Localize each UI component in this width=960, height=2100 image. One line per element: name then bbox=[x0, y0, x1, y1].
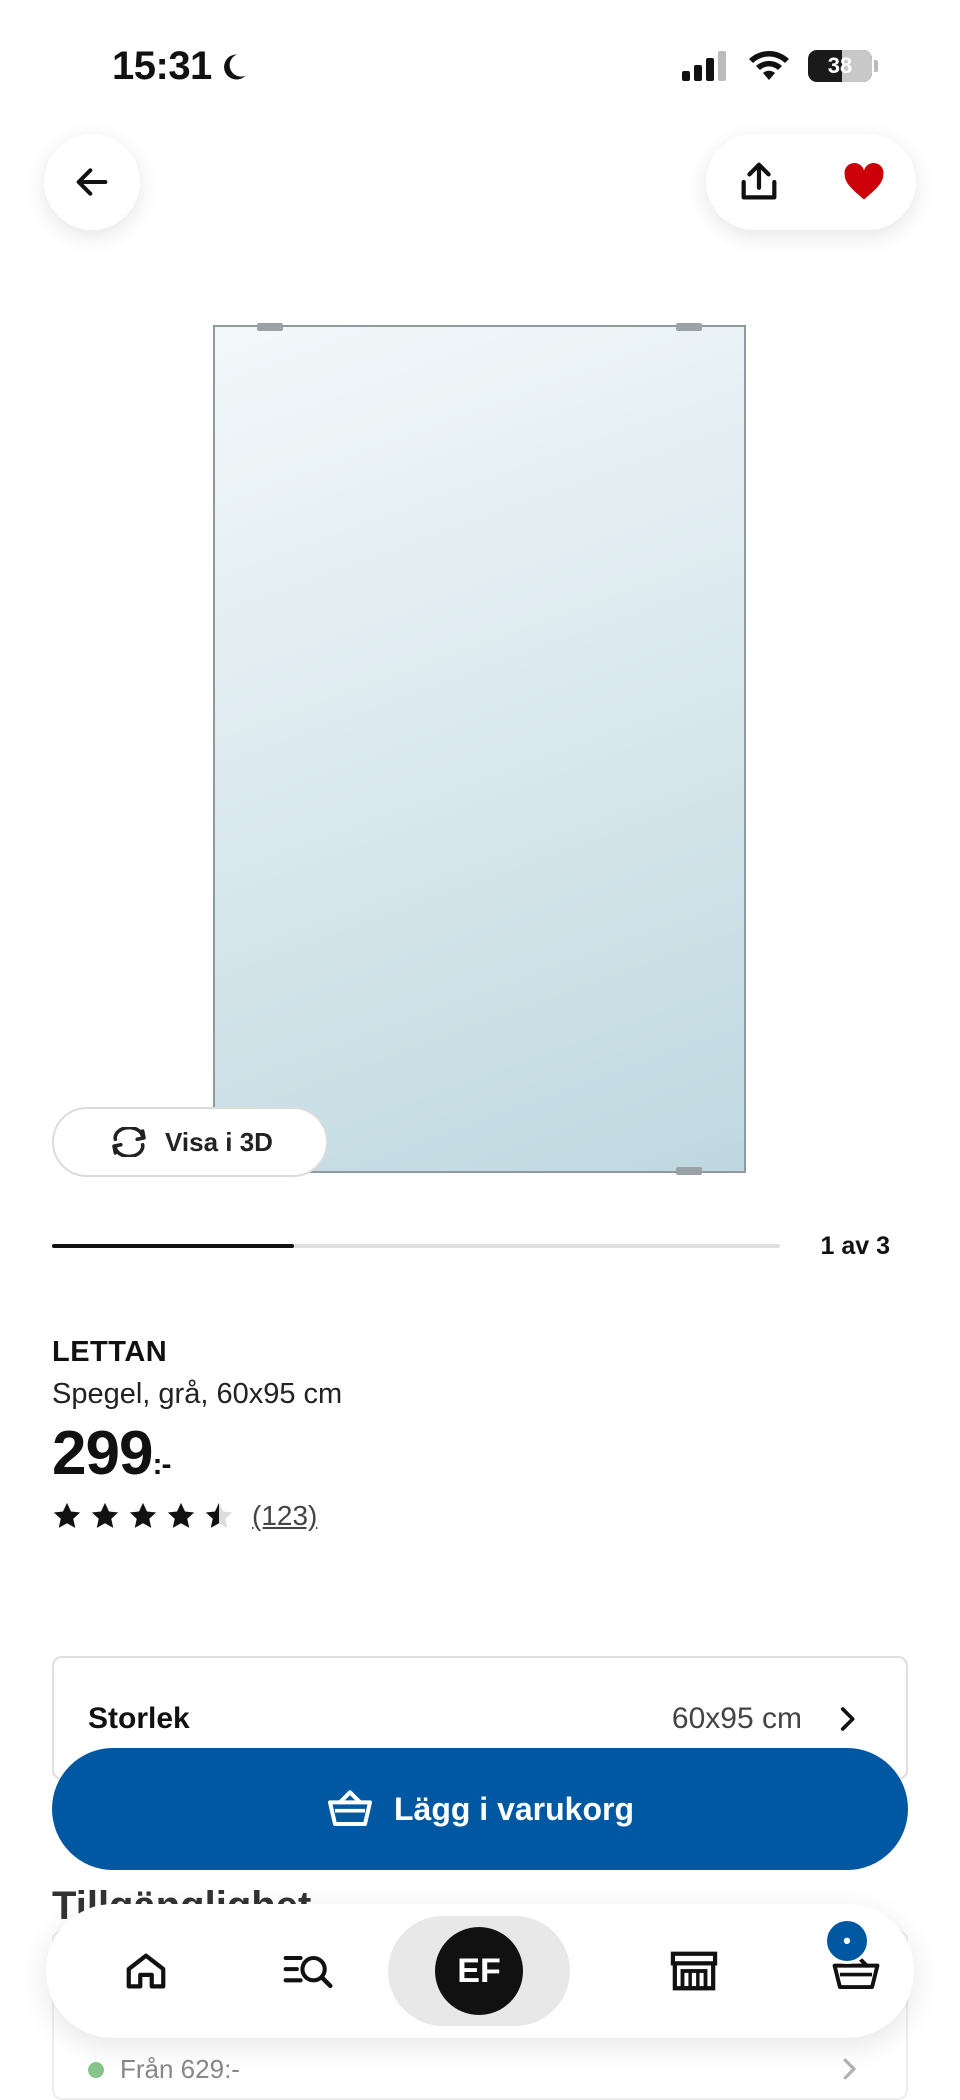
basket-icon bbox=[327, 1790, 372, 1826]
star-icon bbox=[167, 1502, 195, 1528]
availability-from-price: Från 629:- bbox=[88, 2054, 240, 2085]
size-value: 60x95 cm bbox=[671, 1702, 802, 1735]
status-indicators: 38 bbox=[682, 50, 878, 82]
star-icon bbox=[91, 1502, 119, 1528]
add-to-cart-button[interactable]: Lägg i varukorg bbox=[52, 1748, 908, 1870]
signal-icon bbox=[682, 51, 726, 81]
arrow-left-icon bbox=[76, 168, 108, 196]
nav-profile[interactable]: EF bbox=[388, 1916, 570, 2026]
rating-count[interactable]: (123) bbox=[252, 1500, 317, 1532]
status-time: 15:31 bbox=[112, 44, 248, 89]
rating-stars bbox=[52, 1501, 234, 1531]
share-icon bbox=[741, 162, 776, 200]
moon-icon bbox=[223, 53, 246, 79]
view-3d-button[interactable]: Visa i 3D bbox=[52, 1107, 328, 1177]
actions-group bbox=[706, 134, 916, 230]
product-image-mirror[interactable] bbox=[213, 323, 746, 1175]
store-icon bbox=[670, 1951, 718, 1991]
rotate-3d-icon bbox=[112, 1127, 146, 1157]
stock-status-dot bbox=[88, 2061, 104, 2078]
star-icon bbox=[205, 1502, 233, 1528]
gallery-position-label: 1 av 3 bbox=[820, 1232, 890, 1260]
wifi-icon bbox=[749, 51, 789, 80]
battery-indicator: 38 bbox=[808, 50, 878, 82]
size-label: Storlek bbox=[88, 1702, 190, 1735]
share-button[interactable] bbox=[714, 137, 804, 227]
product-name: LETTAN bbox=[52, 1336, 168, 1368]
nav-search[interactable] bbox=[258, 1904, 358, 2038]
product-description: Spegel, grå, 60x95 cm bbox=[52, 1378, 343, 1410]
chevron-right-icon bbox=[830, 1702, 864, 1741]
product-rating[interactable]: (123) bbox=[52, 1500, 317, 1532]
bottom-nav: EF • bbox=[46, 1904, 914, 2038]
home-icon bbox=[126, 1953, 166, 1989]
nav-home[interactable] bbox=[96, 1904, 196, 2038]
gallery-progress-fill bbox=[52, 1244, 295, 1248]
nav-store[interactable] bbox=[644, 1904, 744, 2038]
avatar: EF bbox=[435, 1927, 523, 2015]
heart-icon bbox=[844, 162, 883, 200]
chevron-right-icon bbox=[834, 2054, 864, 2089]
product-price: 299:- bbox=[52, 1419, 171, 1488]
gallery-progress bbox=[52, 1244, 780, 1248]
favorite-button[interactable] bbox=[819, 137, 909, 227]
cart-badge: • bbox=[824, 1918, 870, 1964]
star-icon bbox=[53, 1502, 81, 1528]
search-list-icon bbox=[283, 1955, 333, 1989]
back-button[interactable] bbox=[44, 134, 140, 230]
star-icon bbox=[129, 1502, 157, 1528]
